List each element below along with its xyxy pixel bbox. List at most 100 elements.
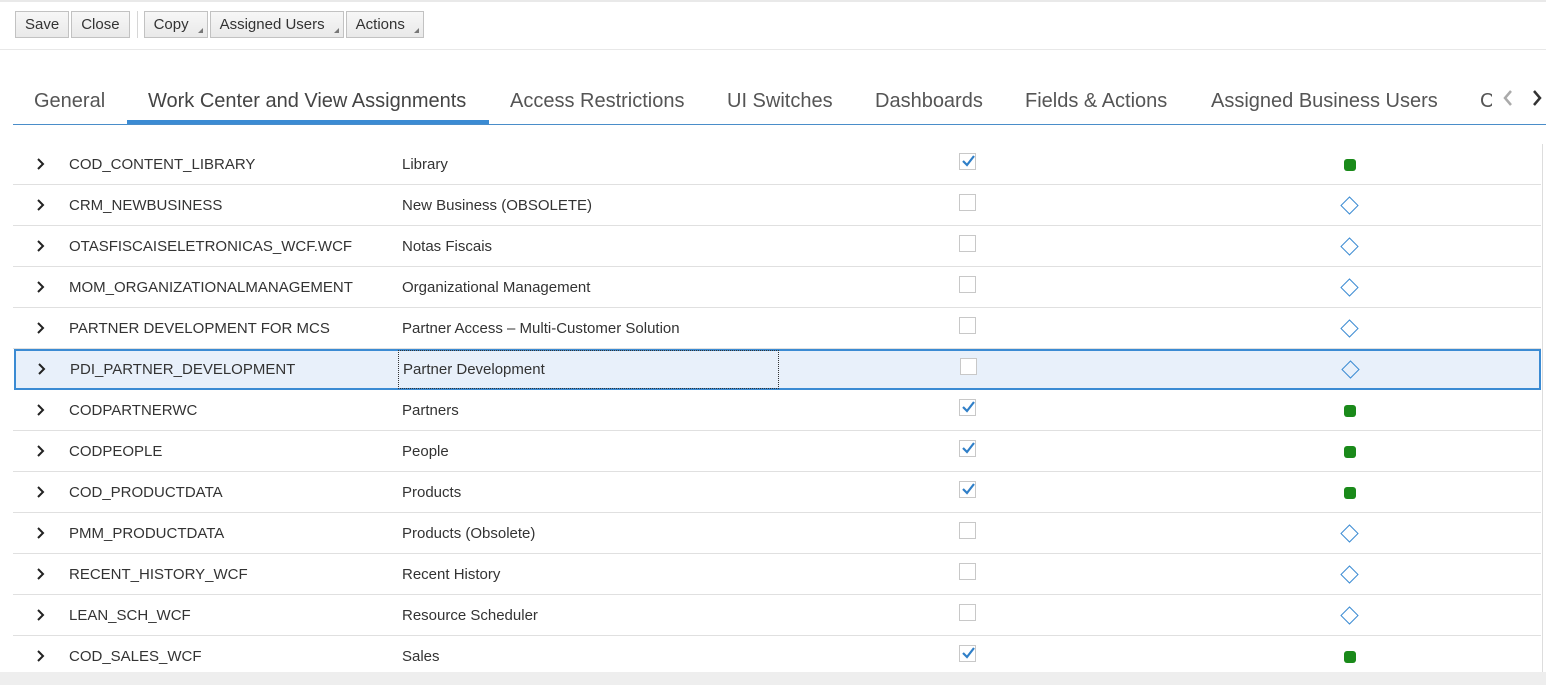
assignment-checkbox[interactable]: [959, 604, 976, 621]
tab-overflow[interactable]: C: [1480, 90, 1492, 113]
expand-chevron-icon[interactable]: [35, 442, 49, 460]
table-row[interactable]: PARTNER DEVELOPMENT FOR MCS Partner Acces…: [13, 308, 1541, 349]
assigned-users-menu-button[interactable]: Assigned Users: [209, 11, 344, 38]
work-center-id: PARTNER DEVELOPMENT FOR MCS: [69, 320, 330, 337]
work-center-id: OTASFISCAISELETRONICAS_WCF.WCF: [69, 238, 353, 255]
work-center-id: PDI_PARTNER_DEVELOPMENT: [70, 361, 296, 378]
work-center-id: COD_CONTENT_LIBRARY: [69, 156, 256, 173]
copy-label: Copy: [153, 16, 189, 33]
table-row[interactable]: PDI_PARTNER_DEVELOPMENT Partner Developme…: [14, 349, 1541, 390]
assignment-checkbox[interactable]: [959, 563, 976, 580]
bottom-bar: [0, 672, 1546, 685]
expand-chevron-icon[interactable]: [35, 565, 49, 583]
work-center-id: CODPEOPLE: [69, 443, 163, 460]
work-center-table: COD_CONTENT_LIBRARY Library CRM_NEWBUSINES…: [13, 144, 1543, 672]
table-row[interactable]: OTASFISCAISELETRONICAS_WCF.WCF Notas Fisc…: [13, 226, 1541, 267]
assignment-checkbox[interactable]: [959, 276, 976, 293]
assignment-checkbox[interactable]: [959, 194, 976, 211]
close-button[interactable]: Close: [71, 11, 130, 38]
work-center-description: New Business (OBSOLETE): [402, 197, 593, 214]
toolbar: Save Close Copy Assigned Users Actions: [15, 11, 426, 38]
table-row[interactable]: MOM_ORGANIZATIONALMANAGEMENT Organization…: [13, 267, 1541, 308]
expand-chevron-icon[interactable]: [35, 483, 49, 501]
work-center-description: Library: [402, 156, 448, 173]
work-center-description: Products: [402, 484, 462, 501]
dropdown-caret-icon: [333, 28, 339, 33]
work-center-description: Partners: [402, 402, 459, 419]
unassigned-status-icon: [1340, 319, 1359, 338]
work-center-description: Products (Obsolete): [402, 525, 536, 542]
expand-chevron-icon[interactable]: [35, 155, 49, 173]
table-row[interactable]: COD_CONTENT_LIBRARY Library: [13, 144, 1541, 185]
expand-chevron-icon[interactable]: [35, 606, 49, 624]
work-center-id: RECENT_HISTORY_WCF: [69, 566, 248, 583]
table-row[interactable]: COD_PRODUCTDATA Products: [13, 472, 1541, 513]
tab-strip: General Work Center and View Assignments…: [13, 80, 1546, 125]
toolbar-separator: [136, 11, 138, 38]
assigned-users-label: Assigned Users: [219, 16, 325, 33]
work-center-id: CRM_NEWBUSINESS: [69, 197, 223, 214]
assigned-status-icon: [1344, 487, 1356, 499]
assigned-status-icon: [1344, 405, 1356, 417]
chevron-right-icon[interactable]: [1530, 88, 1544, 114]
save-button[interactable]: Save: [15, 11, 70, 38]
assigned-status-icon: [1344, 651, 1356, 663]
work-center-description: Partner Access – Multi-Customer Solution: [402, 320, 680, 337]
tab-ui-switches[interactable]: UI Switches: [727, 90, 833, 113]
assignment-checkbox[interactable]: [959, 317, 976, 334]
work-center-description: Partner Development: [403, 361, 545, 378]
chevron-left-icon[interactable]: [1501, 88, 1515, 114]
toolbar-divider: [0, 49, 1546, 50]
tab-general[interactable]: General: [34, 90, 105, 113]
expand-chevron-icon[interactable]: [35, 196, 49, 214]
assignment-checkbox[interactable]: [959, 645, 976, 662]
assignment-checkbox[interactable]: [959, 153, 976, 170]
unassigned-status-icon: [1340, 565, 1359, 584]
expand-chevron-icon[interactable]: [35, 237, 49, 255]
unassigned-status-icon: [1340, 606, 1359, 625]
work-center-id: COD_PRODUCTDATA: [69, 484, 223, 501]
work-center-description: Notas Fiscais: [402, 238, 493, 255]
work-center-id: MOM_ORGANIZATIONALMANAGEMENT: [69, 279, 353, 296]
assignment-checkbox[interactable]: [959, 522, 976, 539]
actions-label: Actions: [355, 16, 405, 33]
dropdown-caret-icon: [413, 28, 419, 33]
tab-dashboards[interactable]: Dashboards: [875, 90, 983, 113]
assignment-checkbox[interactable]: [960, 358, 977, 375]
assignment-checkbox[interactable]: [959, 235, 976, 252]
tab-assigned-business-users[interactable]: Assigned Business Users: [1211, 90, 1438, 113]
unassigned-status-icon: [1340, 237, 1359, 256]
unassigned-status-icon: [1340, 524, 1359, 543]
work-center-description: Sales: [402, 648, 440, 665]
expand-chevron-icon[interactable]: [35, 401, 49, 419]
assigned-status-icon: [1344, 446, 1356, 458]
table-row[interactable]: COD_SALES_WCF Sales: [13, 636, 1541, 672]
work-center-id: LEAN_SCH_WCF: [69, 607, 191, 624]
expand-chevron-icon[interactable]: [36, 360, 50, 378]
tab-work-center-view-assignments[interactable]: Work Center and View Assignments: [148, 90, 466, 113]
unassigned-status-icon: [1340, 196, 1359, 215]
copy-menu-button[interactable]: Copy: [143, 11, 208, 38]
assigned-status-icon: [1344, 159, 1356, 171]
table-row[interactable]: CODPARTNERWC Partners: [13, 390, 1541, 431]
table-row[interactable]: CRM_NEWBUSINESS New Business (OBSOLETE): [13, 185, 1541, 226]
table-row[interactable]: RECENT_HISTORY_WCF Recent History: [13, 554, 1541, 595]
assignment-checkbox[interactable]: [959, 481, 976, 498]
table-row[interactable]: PMM_PRODUCTDATA Products (Obsolete): [13, 513, 1541, 554]
assignment-checkbox[interactable]: [959, 399, 976, 416]
expand-chevron-icon[interactable]: [35, 319, 49, 337]
work-center-description: Recent History: [402, 566, 501, 583]
active-tab-indicator: [127, 120, 489, 124]
assignment-checkbox[interactable]: [959, 440, 976, 457]
expand-chevron-icon[interactable]: [35, 524, 49, 542]
tab-access-restrictions[interactable]: Access Restrictions: [510, 90, 685, 113]
tab-fields-actions[interactable]: Fields & Actions: [1025, 90, 1167, 113]
work-center-id: COD_SALES_WCF: [69, 648, 202, 665]
expand-chevron-icon[interactable]: [35, 647, 49, 665]
expand-chevron-icon[interactable]: [35, 278, 49, 296]
table-row[interactable]: CODPEOPLE People: [13, 431, 1541, 472]
actions-menu-button[interactable]: Actions: [345, 11, 424, 38]
table-row[interactable]: LEAN_SCH_WCF Resource Scheduler: [13, 595, 1541, 636]
unassigned-status-icon: [1340, 278, 1359, 297]
dropdown-caret-icon: [197, 28, 203, 33]
